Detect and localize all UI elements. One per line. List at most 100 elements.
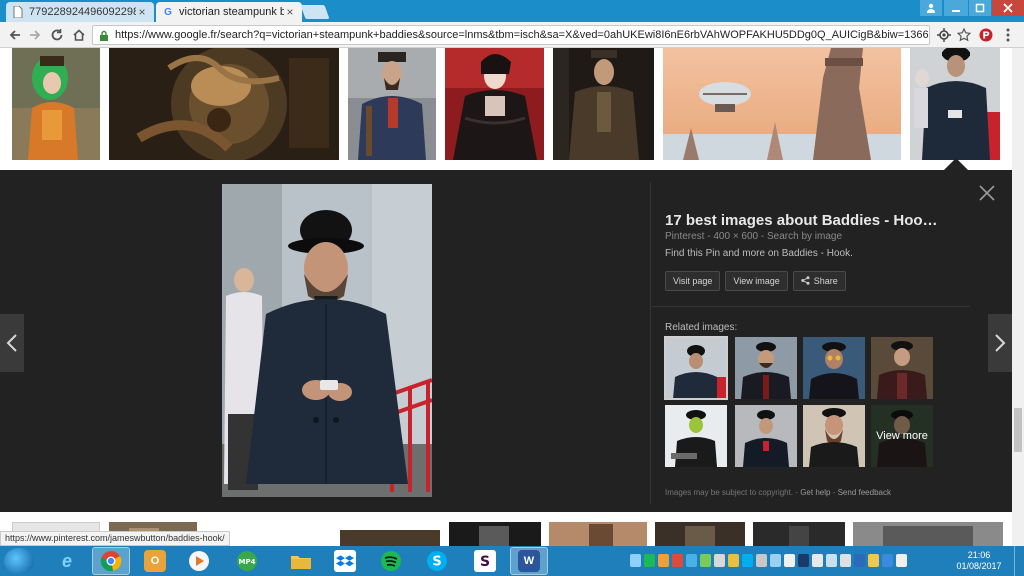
- skype-icon[interactable]: S: [418, 547, 456, 575]
- related-images-view-more[interactable]: View more: [871, 405, 933, 467]
- tray-app-icon[interactable]: [882, 554, 893, 567]
- tray-app-icon[interactable]: [812, 554, 823, 567]
- tab-pinterest[interactable]: 779228924496092298 ×: [6, 2, 154, 22]
- preview-title[interactable]: 17 best images about Baddies - Hoo…: [665, 212, 965, 229]
- tray-app-icon[interactable]: [686, 554, 697, 567]
- taskbar-clock[interactable]: 21:06 01/08/2017: [950, 550, 1008, 572]
- spotify-icon[interactable]: [372, 547, 410, 575]
- related-image[interactable]: [735, 337, 797, 399]
- tray-app-icon[interactable]: [798, 554, 809, 567]
- tray-flag-icon[interactable]: [896, 554, 907, 567]
- chevron-left-icon: [6, 334, 17, 352]
- tray-app-icon[interactable]: [714, 554, 725, 567]
- location-target-icon[interactable]: [936, 27, 952, 43]
- related-image[interactable]: [803, 337, 865, 399]
- tray-volume-icon[interactable]: [840, 554, 851, 567]
- result-thumbnail[interactable]: [109, 48, 339, 160]
- close-icon[interactable]: [976, 184, 998, 206]
- result-thumbnail[interactable]: [553, 48, 654, 160]
- reload-icon[interactable]: [48, 26, 66, 44]
- tray-app-icon[interactable]: [770, 554, 781, 567]
- preview-image[interactable]: [222, 184, 432, 497]
- result-thumbnail[interactable]: [549, 522, 647, 546]
- internet-explorer-icon[interactable]: e: [48, 547, 86, 575]
- home-icon[interactable]: [70, 26, 88, 44]
- visit-page-button[interactable]: Visit page: [665, 271, 721, 291]
- scrollbar-thumb[interactable]: [1014, 408, 1022, 452]
- tab-google-images[interactable]: G victorian steampunk bad ×: [156, 2, 302, 22]
- system-tray: [630, 554, 907, 567]
- back-arrow-icon[interactable]: [6, 26, 24, 44]
- file-explorer-icon[interactable]: [282, 547, 320, 575]
- media-player-icon[interactable]: [180, 547, 218, 575]
- start-button[interactable]: [4, 548, 34, 574]
- send-feedback-link[interactable]: Send feedback: [838, 488, 891, 497]
- related-image[interactable]: [803, 405, 865, 467]
- result-thumbnail-selected[interactable]: [910, 48, 1000, 160]
- get-help-link[interactable]: Get help: [800, 488, 830, 497]
- maximize-button[interactable]: [969, 0, 991, 16]
- slack-icon[interactable]: S: [466, 547, 504, 575]
- tray-app-icon[interactable]: [756, 554, 767, 567]
- word-icon[interactable]: W: [510, 547, 548, 575]
- tray-app-icon[interactable]: [672, 554, 683, 567]
- tray-skype-icon[interactable]: [742, 554, 753, 567]
- tray-network-icon[interactable]: [630, 554, 641, 567]
- minimize-button[interactable]: [944, 0, 968, 16]
- related-image[interactable]: [664, 336, 728, 400]
- tray-app-icon[interactable]: [700, 554, 711, 567]
- dropbox-icon[interactable]: [326, 547, 364, 575]
- tray-spotify-icon[interactable]: [644, 554, 655, 567]
- related-image[interactable]: [735, 405, 797, 467]
- page-scrollbar[interactable]: [1012, 48, 1024, 546]
- clock-date: 01/08/2017: [956, 561, 1002, 571]
- tray-app-icon[interactable]: [658, 554, 669, 567]
- menu-icon[interactable]: [1000, 27, 1016, 43]
- next-image-button[interactable]: [988, 314, 1012, 372]
- tray-bluetooth-icon[interactable]: [854, 554, 865, 567]
- share-button[interactable]: Share: [792, 271, 846, 291]
- copyright-notice: Images may be subject to copyright.: [665, 488, 794, 497]
- result-thumbnail[interactable]: [663, 48, 901, 160]
- result-thumbnail[interactable]: [340, 530, 440, 546]
- related-image[interactable]: [665, 405, 727, 467]
- tray-signal-icon[interactable]: [826, 554, 837, 567]
- close-icon[interactable]: ×: [284, 5, 296, 19]
- result-thumbnail[interactable]: [12, 48, 100, 160]
- related-images-grid: View more: [664, 336, 935, 467]
- result-thumbnail[interactable]: [449, 522, 541, 546]
- pinterest-extension-icon[interactable]: P: [978, 27, 994, 43]
- related-image[interactable]: [871, 337, 933, 399]
- google-icon: G: [164, 6, 172, 18]
- close-icon[interactable]: ×: [136, 5, 148, 19]
- chrome-icon[interactable]: [92, 547, 130, 575]
- new-tab-button[interactable]: [300, 5, 330, 19]
- tray-app-icon[interactable]: [728, 554, 739, 567]
- status-bar-url: https://www.pinterest.com/jameswbutton/b…: [0, 531, 230, 546]
- share-label: Share: [813, 276, 838, 286]
- address-bar[interactable]: https://www.google.fr/search?q=victorian…: [92, 25, 930, 45]
- show-desktop-button[interactable]: [1014, 546, 1024, 576]
- tray-app-icon[interactable]: [784, 554, 795, 567]
- footer-separator: -: [832, 488, 836, 497]
- mp4-converter-icon[interactable]: MP4: [228, 547, 266, 575]
- image-preview-panel: 17 best images about Baddies - Hoo… Pint…: [0, 170, 1024, 512]
- image-results-row: [0, 48, 1024, 168]
- view-image-button[interactable]: View image: [725, 271, 788, 291]
- result-thumbnail[interactable]: [445, 48, 544, 160]
- outlook-icon[interactable]: O: [136, 547, 174, 575]
- clock-time: 21:06: [967, 550, 991, 560]
- tray-app-icon[interactable]: [868, 554, 879, 567]
- bookmark-star-icon[interactable]: [956, 27, 972, 43]
- forward-arrow-icon[interactable]: [26, 26, 44, 44]
- result-thumbnail[interactable]: [348, 48, 436, 160]
- svg-text:S: S: [432, 555, 441, 570]
- window-close-button[interactable]: [992, 0, 1024, 16]
- svg-text:P: P: [982, 31, 989, 42]
- preview-meta: Pinterest - 400 × 600 - Search by image: [665, 231, 843, 242]
- user-icon[interactable]: [920, 0, 942, 16]
- result-thumbnail[interactable]: [753, 522, 845, 546]
- previous-image-button[interactable]: [0, 314, 24, 372]
- result-thumbnail[interactable]: [655, 522, 745, 546]
- result-thumbnail[interactable]: [853, 522, 1003, 546]
